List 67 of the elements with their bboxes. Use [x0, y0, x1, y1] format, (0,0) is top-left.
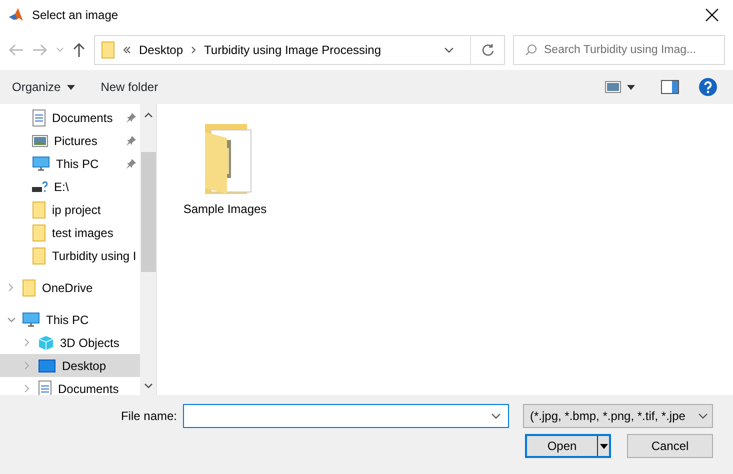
computer-icon — [32, 156, 50, 172]
tree-item[interactable]: Desktop — [0, 354, 140, 377]
preview-pane-button[interactable] — [661, 80, 679, 94]
picture-icon — [32, 134, 48, 148]
app-logo-icon — [8, 7, 24, 23]
search-field[interactable]: Search Turbidity using Imag... — [513, 35, 725, 65]
caret-icon — [627, 84, 635, 90]
cancel-button[interactable]: Cancel — [627, 434, 713, 458]
nav-item[interactable]: Turbidity using I — [52, 246, 140, 264]
nav-item[interactable]: This PC — [56, 154, 120, 172]
folder-icon — [32, 224, 46, 242]
scrollbar-thumb[interactable] — [140, 152, 156, 272]
refresh-icon — [480, 43, 494, 57]
help-icon — [699, 78, 717, 96]
dropdown-chevron-icon — [491, 413, 501, 419]
file-type-dropdown[interactable]: (*.jpg, *.bmp, *.png, *.tif, *.jpe — [523, 404, 713, 428]
drive-icon — [32, 180, 48, 192]
tree-item-label: OneDrive — [42, 280, 93, 296]
new-folder-button[interactable]: New folder — [100, 78, 158, 96]
tree-item[interactable]: 3D Objects — [0, 331, 140, 354]
view-icon — [605, 81, 621, 93]
dropdown-chevron-icon — [444, 47, 454, 53]
file-name[interactable]: Sample Images — [183, 200, 267, 218]
document-icon — [38, 380, 52, 395]
search-icon — [525, 44, 537, 56]
chevron-down-icon — [56, 47, 64, 53]
tree-item-label: This PC — [46, 312, 89, 328]
computer-icon — [22, 312, 40, 328]
tree-item-label: 3D Objects — [60, 334, 120, 352]
breadcrumb[interactable]: Desktop — [139, 41, 184, 59]
breadcrumb[interactable]: Turbidity using Image Processing — [204, 41, 382, 59]
caret-icon — [600, 444, 608, 448]
nav-item[interactable]: E:\ — [54, 178, 140, 196]
double-chevron-icon — [123, 46, 131, 54]
up-arrow-icon — [72, 42, 86, 58]
desktop-icon — [38, 358, 56, 372]
window-title: Select an image — [32, 7, 120, 24]
nav-item[interactable]: Documents — [52, 108, 120, 126]
dropdown-chevron-icon — [698, 413, 708, 419]
folder-icon — [32, 200, 46, 218]
tree-item-label: Desktop — [62, 358, 106, 374]
breadcrumb-chevron-icon — [191, 46, 196, 54]
open-split-button[interactable]: Open — [525, 434, 611, 458]
nav-item[interactable]: Pictures — [54, 132, 120, 150]
cube-icon — [38, 334, 54, 350]
up-button[interactable] — [72, 42, 86, 58]
tree-item-label: Documents — [58, 380, 119, 395]
folder-icon — [22, 278, 36, 296]
folder-icon — [32, 246, 46, 264]
document-icon — [32, 108, 46, 126]
folder-icon — [101, 41, 115, 59]
view-options-button[interactable] — [605, 81, 635, 93]
caret-icon — [66, 84, 75, 90]
nav-item[interactable]: test images — [52, 224, 140, 242]
nav-item[interactable]: ip project — [52, 200, 140, 218]
close-button[interactable] — [705, 8, 719, 22]
organize-menu-button[interactable]: Organize — [12, 78, 75, 96]
back-arrow-icon — [8, 43, 24, 57]
file-name-field[interactable] — [183, 404, 509, 428]
help-button[interactable] — [699, 78, 717, 96]
close-icon — [705, 8, 719, 22]
tree-item[interactable]: OneDrive — [0, 276, 140, 299]
address-bar[interactable]: Desktop Turbidity using Image Processing — [94, 35, 505, 65]
forward-arrow-icon — [32, 43, 48, 57]
preview-pane-icon — [661, 80, 679, 94]
file-name-label: File name: — [120, 408, 177, 425]
tree-item[interactable]: This PC — [0, 308, 140, 331]
